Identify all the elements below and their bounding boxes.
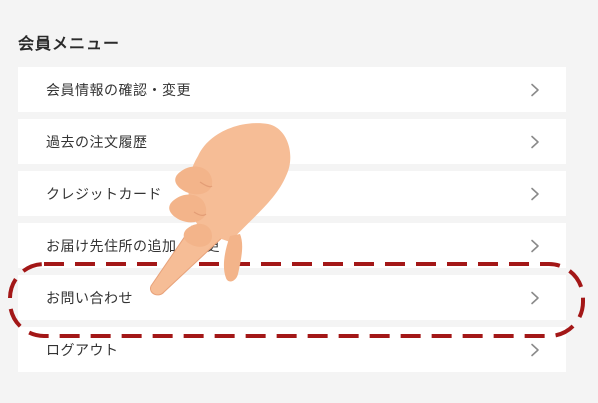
member-menu-list: 会員情報の確認・変更 過去の注文履歴 クレジットカード お届け先住所の追加・変更… [18,67,566,379]
chevron-right-icon [531,343,539,356]
menu-item-credit-card[interactable]: クレジットカード [18,171,566,216]
menu-item-order-history[interactable]: 過去の注文履歴 [18,119,566,164]
menu-item-label: お届け先住所の追加・変更 [46,238,220,255]
menu-item-account-info[interactable]: 会員情報の確認・変更 [18,67,566,112]
menu-item-logout[interactable]: ログアウト [18,327,566,372]
chevron-right-icon [531,135,539,148]
section-title: 会員メニュー [18,34,121,53]
member-menu-page: 会員メニュー 会員情報の確認・変更 過去の注文履歴 クレジットカード お届け先住… [0,0,598,403]
menu-item-label: ログアウト [46,342,119,359]
chevron-right-icon [531,187,539,200]
menu-item-label: 会員情報の確認・変更 [46,82,191,99]
menu-item-label: クレジットカード [46,186,162,203]
chevron-right-icon [531,239,539,252]
menu-item-label: 過去の注文履歴 [46,134,148,151]
menu-item-label: お問い合わせ [46,290,133,307]
chevron-right-icon [531,291,539,304]
menu-item-shipping-address[interactable]: お届け先住所の追加・変更 [18,223,566,268]
chevron-right-icon [531,83,539,96]
menu-item-contact[interactable]: お問い合わせ [18,275,566,320]
